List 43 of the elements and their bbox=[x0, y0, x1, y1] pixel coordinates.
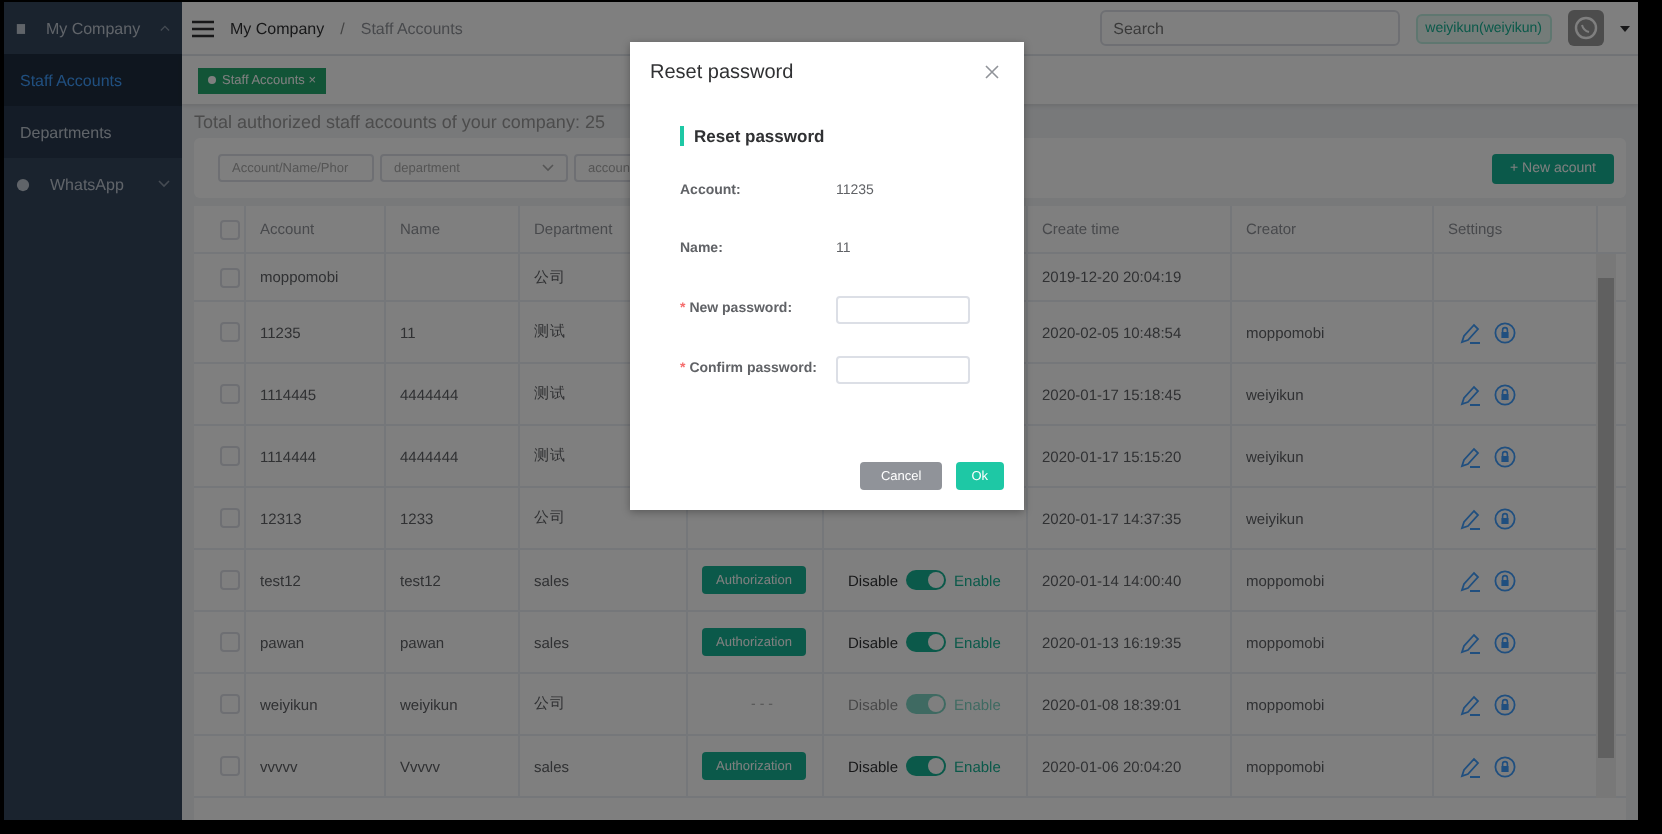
avatar[interactable] bbox=[1568, 10, 1604, 46]
dialog-title: Reset password bbox=[650, 62, 794, 84]
toggle-switch[interactable] bbox=[906, 632, 947, 652]
chevron-icon bbox=[542, 164, 554, 172]
scrollbar[interactable] bbox=[1596, 254, 1616, 798]
chevron-icon bbox=[160, 24, 170, 32]
sidebar-item[interactable]: WhatsApp bbox=[4, 158, 182, 210]
breadcrumb-separator: / bbox=[340, 19, 345, 37]
caret-icon[interactable] bbox=[1620, 25, 1630, 31]
sidebar-item-label: WhatsApp bbox=[50, 175, 126, 193]
lock-icon[interactable] bbox=[1494, 321, 1516, 343]
password-field[interactable] bbox=[836, 355, 970, 383]
sidebar-item-label: My Company bbox=[45, 19, 141, 37]
sidebar-item-label: Departments bbox=[20, 123, 114, 141]
pencil-icon[interactable] bbox=[1460, 445, 1482, 467]
chevron-icon bbox=[158, 180, 170, 188]
lock-icon[interactable] bbox=[1494, 693, 1516, 715]
pencil-icon[interactable] bbox=[1460, 507, 1482, 529]
pencil-icon[interactable] bbox=[1460, 631, 1482, 653]
sidebar-item[interactable]: Departments bbox=[4, 106, 182, 158]
pencil-icon[interactable] bbox=[1460, 755, 1482, 777]
breadcrumb-item[interactable]: My Company bbox=[230, 19, 325, 37]
pencil-icon[interactable] bbox=[1460, 321, 1482, 343]
lock-icon[interactable] bbox=[1494, 755, 1516, 777]
password-field[interactable] bbox=[836, 295, 970, 323]
sidebar-item-label: Staff Accounts bbox=[20, 71, 124, 89]
toggle-switch[interactable] bbox=[906, 570, 947, 590]
pencil-icon[interactable] bbox=[1460, 569, 1482, 591]
search-field[interactable]: Search bbox=[1099, 10, 1400, 46]
lock-icon[interactable] bbox=[1494, 445, 1516, 467]
close-icon[interactable] bbox=[984, 63, 1004, 83]
phone-bubble-icon bbox=[1574, 16, 1598, 40]
lock-icon[interactable] bbox=[1494, 631, 1516, 653]
pencil-icon[interactable] bbox=[1460, 693, 1482, 715]
lock-icon[interactable] bbox=[1494, 383, 1516, 405]
toggle-switch[interactable] bbox=[906, 756, 947, 776]
pencil-icon[interactable] bbox=[1460, 383, 1482, 405]
menu-icon[interactable] bbox=[192, 19, 214, 37]
section-heading: Reset password bbox=[680, 126, 1004, 146]
lock-icon[interactable] bbox=[1494, 569, 1516, 591]
sidebar-item[interactable]: My Company bbox=[4, 2, 182, 54]
sidebar-item[interactable]: Staff Accounts bbox=[4, 54, 182, 106]
lock-icon[interactable] bbox=[1494, 507, 1516, 529]
